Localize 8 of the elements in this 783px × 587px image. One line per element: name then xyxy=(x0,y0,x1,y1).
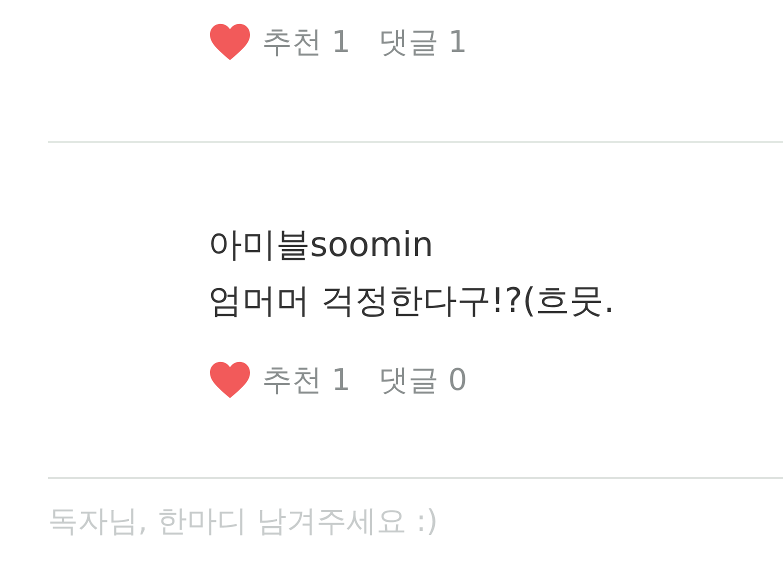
reply-count[interactable]: 댓글 0 xyxy=(378,358,468,402)
recommend-count[interactable]: 추천 1 xyxy=(262,358,351,402)
recommend-count[interactable]: 추천 1 xyxy=(262,20,351,64)
comment-author: 아미블soomin xyxy=(208,224,434,267)
heart-icon[interactable] xyxy=(208,22,252,62)
reply-count[interactable]: 댓글 1 xyxy=(378,20,468,64)
comment-text: 엄머머 걱정한다구!?(흐뭇. xyxy=(208,280,616,323)
heart-icon[interactable] xyxy=(208,360,252,400)
